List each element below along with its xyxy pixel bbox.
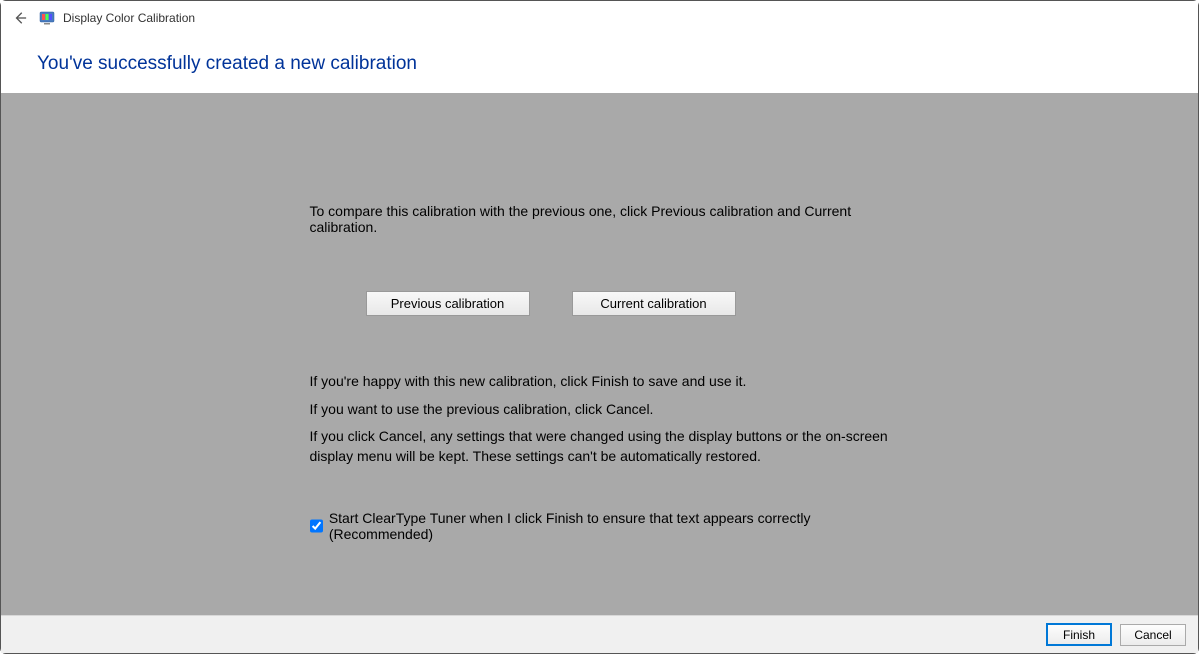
finish-instruction: If you're happy with this new calibratio… — [310, 372, 890, 392]
app-title: Display Color Calibration — [63, 11, 195, 25]
previous-calibration-button[interactable]: Previous calibration — [366, 291, 530, 316]
cleartype-checkbox[interactable] — [310, 519, 323, 533]
compare-instruction: To compare this calibration with the pre… — [310, 203, 890, 235]
cancel-warning: If you click Cancel, any settings that w… — [310, 427, 890, 466]
content-inner: To compare this calibration with the pre… — [310, 203, 890, 542]
footer-bar: Finish Cancel — [1, 615, 1198, 653]
content-area: To compare this calibration with the pre… — [1, 93, 1198, 621]
calibration-button-row: Previous calibration Current calibration — [366, 291, 890, 316]
finish-button[interactable]: Finish — [1046, 623, 1112, 646]
cancel-button[interactable]: Cancel — [1120, 624, 1186, 646]
cancel-instruction: If you want to use the previous calibrat… — [310, 400, 890, 420]
titlebar: Display Color Calibration — [1, 1, 1198, 35]
current-calibration-button[interactable]: Current calibration — [572, 291, 736, 316]
back-arrow-icon[interactable] — [11, 9, 29, 27]
wizard-heading: You've successfully created a new calibr… — [1, 35, 1198, 93]
app-icon — [39, 10, 55, 26]
cleartype-checkbox-label: Start ClearType Tuner when I click Finis… — [329, 510, 890, 542]
cleartype-checkbox-row: Start ClearType Tuner when I click Finis… — [310, 510, 890, 542]
